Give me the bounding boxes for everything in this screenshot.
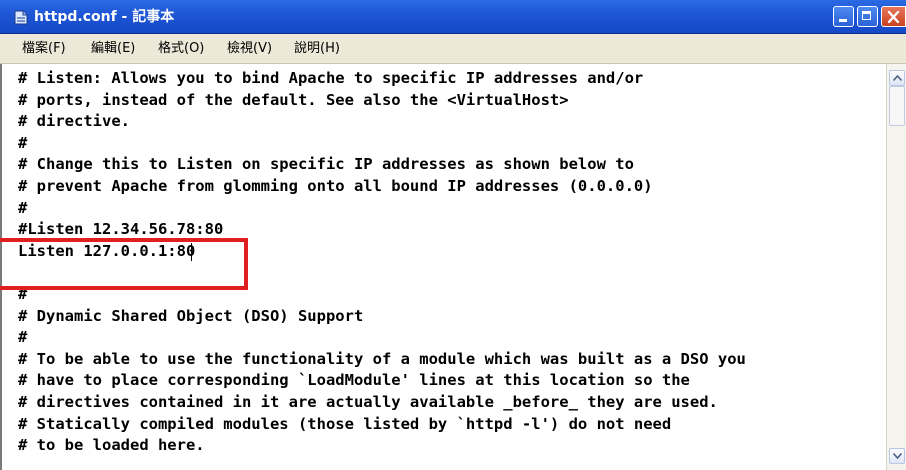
menu-view[interactable]: 檢視(V) bbox=[227, 41, 272, 57]
code-line: # bbox=[18, 328, 28, 347]
code-line: # directives contained in it are actuall… bbox=[18, 393, 718, 411]
code-line: # have to place corresponding `LoadModul… bbox=[18, 371, 690, 390]
menu-file[interactable]: 檔案(F) bbox=[22, 41, 66, 57]
menu-help[interactable]: 說明(H) bbox=[294, 41, 340, 57]
menu-bar: 檔案(F) 編輯(E) 格式(O) 檢視(V) 說明(H) bbox=[0, 34, 906, 64]
code-line: # Dynamic Shared Object (DSO) Support bbox=[18, 306, 364, 325]
menu-edit[interactable]: 編輯(E) bbox=[91, 41, 135, 57]
code-line: # To be able to use the functionality of… bbox=[18, 349, 746, 368]
code-line: # Change this to Listen on specific IP a… bbox=[18, 155, 634, 174]
highlight-box bbox=[0, 238, 248, 290]
code-line: # ports, instead of the default. See als… bbox=[18, 90, 569, 109]
maximize-button[interactable] bbox=[857, 6, 878, 27]
code-line: # bbox=[18, 133, 28, 152]
scroll-thumb[interactable] bbox=[889, 86, 905, 126]
vertical-scrollbar[interactable] bbox=[886, 64, 906, 470]
arrow-down-icon bbox=[893, 453, 902, 459]
code-line: # Listen: Allows you to bind Apache to s… bbox=[18, 69, 644, 87]
close-button[interactable] bbox=[881, 6, 906, 27]
code-line: # directive. bbox=[18, 112, 130, 131]
close-icon bbox=[887, 11, 900, 23]
scroll-down-button[interactable] bbox=[889, 448, 905, 464]
arrow-up-icon bbox=[893, 75, 902, 81]
code-line: # Statically compiled modules (those lis… bbox=[18, 414, 672, 433]
minimize-button[interactable] bbox=[833, 6, 854, 27]
window-title: httpd.conf - 記事本 bbox=[34, 9, 175, 25]
code-line: # prevent Apache from glomming onto all … bbox=[18, 177, 653, 195]
notepad-window: httpd.conf - 記事本 檔案(F) 編輯(E) 格式(O) 檢視(V)… bbox=[0, 0, 906, 470]
title-bar[interactable]: httpd.conf - 記事本 bbox=[0, 0, 906, 34]
menu-format[interactable]: 格式(O) bbox=[158, 41, 204, 57]
notepad-icon[interactable] bbox=[14, 10, 28, 25]
code-line: # to be loaded here. bbox=[18, 436, 205, 455]
scroll-up-button[interactable] bbox=[889, 70, 905, 86]
code-line: # bbox=[18, 198, 28, 217]
